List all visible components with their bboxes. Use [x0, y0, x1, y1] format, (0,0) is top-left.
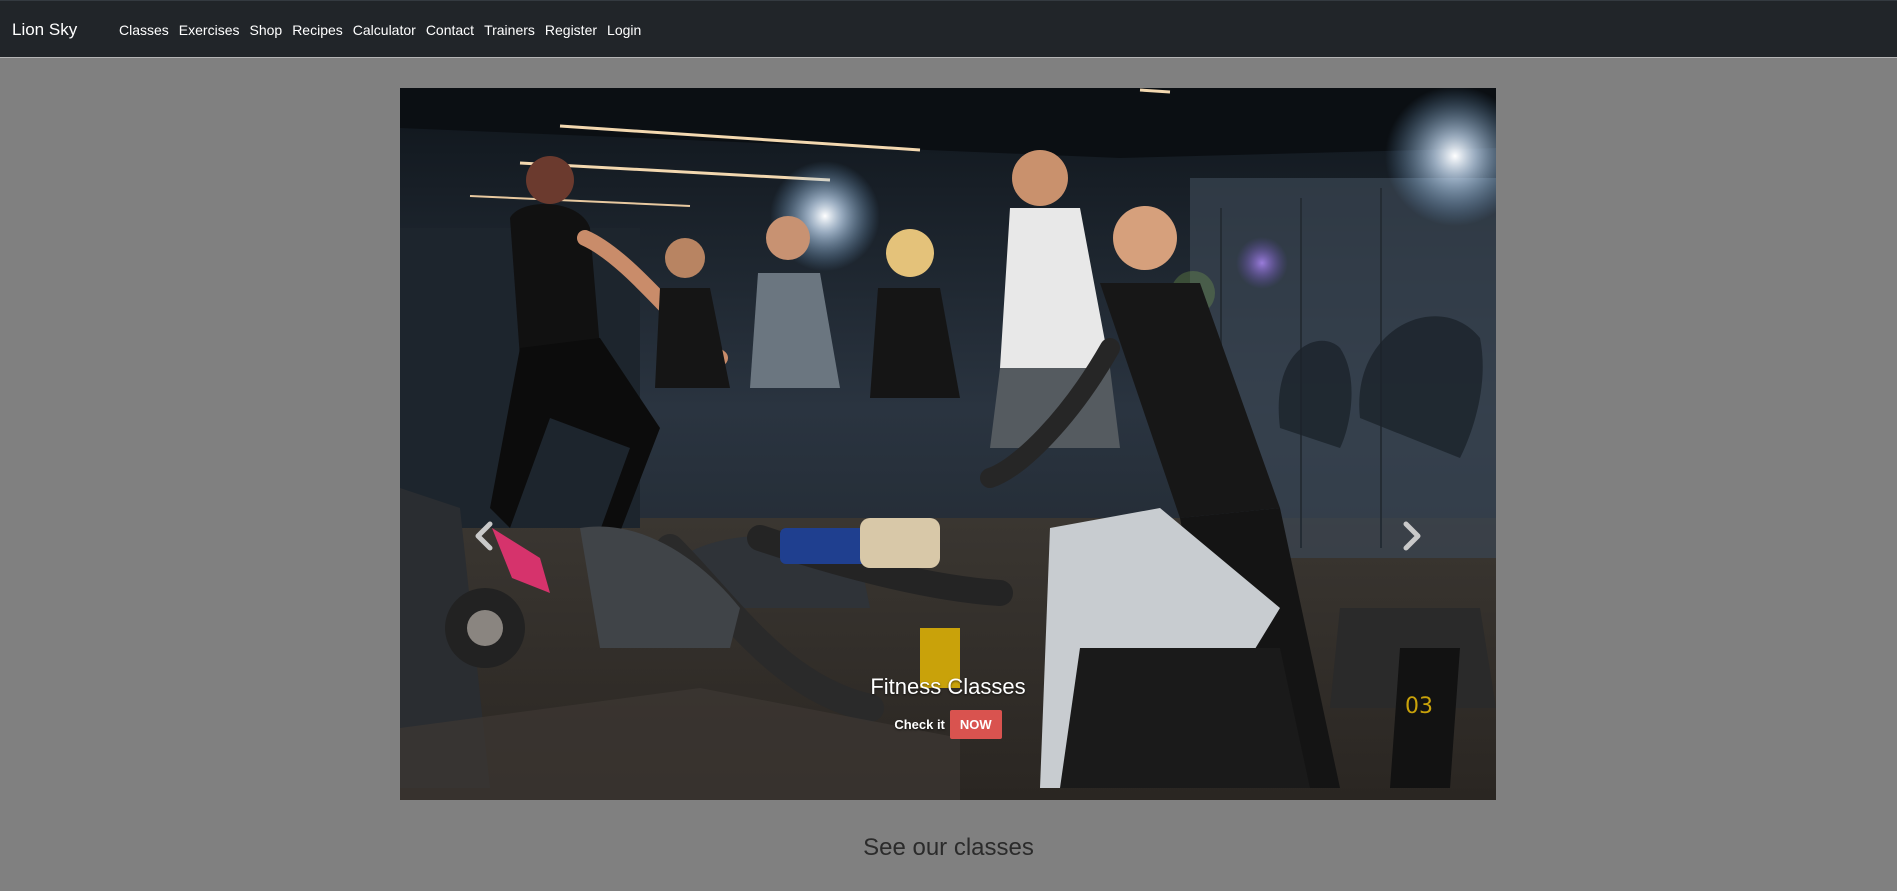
nav-item-recipes[interactable]: Recipes	[292, 22, 343, 39]
hero-carousel: 03 Fitness Classes Check it NOW	[400, 88, 1496, 800]
nav-item-contact[interactable]: Contact	[426, 22, 474, 39]
brand-link[interactable]: Lion Sky	[12, 20, 77, 40]
nav-menu: Classes Exercises Shop Recipes Calculato…	[119, 22, 641, 39]
section-heading: See our classes	[863, 834, 1034, 861]
now-button[interactable]: NOW	[949, 710, 1002, 739]
nav-item-register[interactable]: Register	[545, 22, 597, 39]
carousel-caption: Fitness Classes Check it NOW	[400, 674, 1496, 739]
nav-item-trainers[interactable]: Trainers	[484, 22, 535, 39]
caption-cta-line: Check it NOW	[400, 710, 1496, 739]
navbar: Lion Sky Classes Exercises Shop Recipes …	[0, 0, 1897, 58]
chevron-right-icon	[1403, 521, 1421, 551]
nav-item-shop[interactable]: Shop	[249, 22, 282, 39]
chevron-left-icon	[475, 521, 493, 551]
carousel-next-button[interactable]	[1392, 516, 1432, 556]
nav-item-calculator[interactable]: Calculator	[353, 22, 416, 39]
caption-title: Fitness Classes	[870, 674, 1026, 699]
caption-text: Check it	[894, 717, 945, 732]
nav-item-login[interactable]: Login	[607, 22, 641, 39]
nav-item-exercises[interactable]: Exercises	[179, 22, 240, 39]
carousel-prev-button[interactable]	[464, 516, 504, 556]
nav-item-classes[interactable]: Classes	[119, 22, 169, 39]
